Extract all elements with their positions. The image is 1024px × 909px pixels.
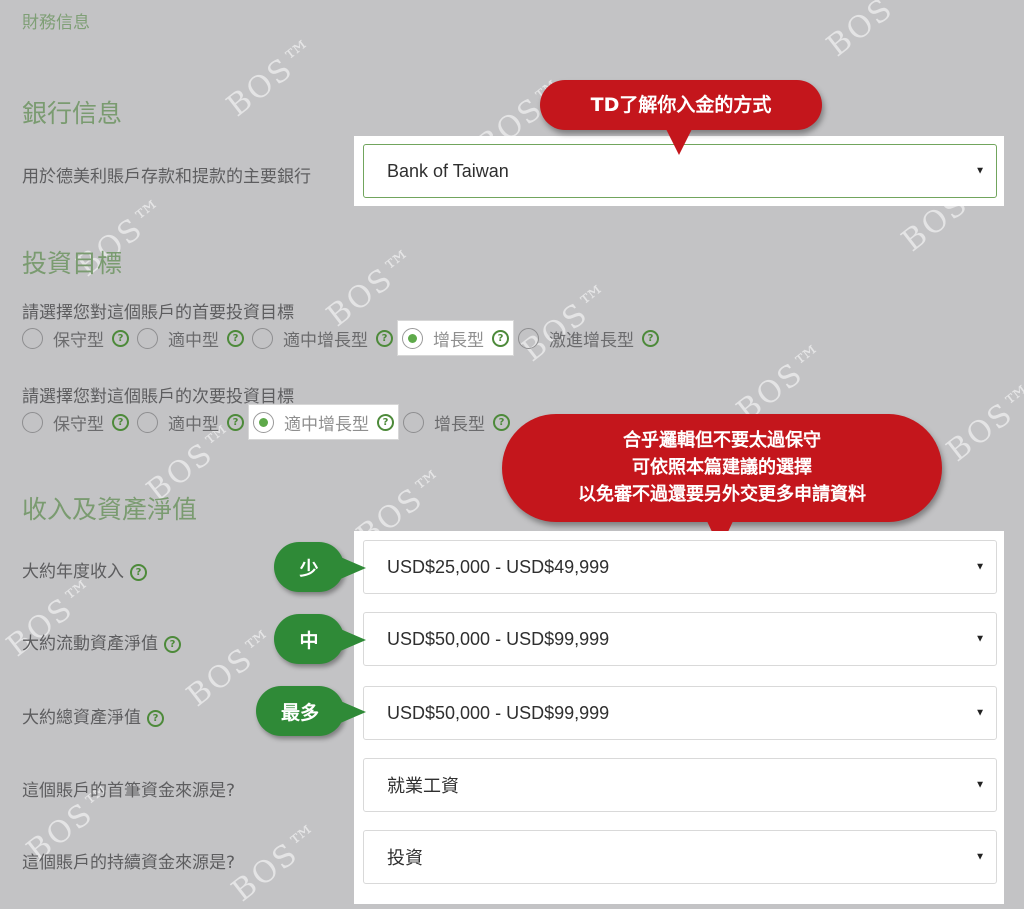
caret-down-icon: ▼ bbox=[975, 779, 985, 791]
help-circle-icon[interactable]: ? bbox=[492, 329, 509, 347]
help-circle-icon[interactable]: ? bbox=[130, 563, 147, 581]
primary-goal-option-aggressive-growth[interactable]: 激進增長型 ? bbox=[514, 321, 663, 355]
option-label: 保守型 bbox=[53, 414, 104, 435]
radio-unchecked-icon[interactable] bbox=[137, 327, 158, 349]
primary-goal-options: 保守型 ? 適中型 ? 適中增長型 ? 增長型 ? 激進增長型 ? bbox=[18, 320, 663, 356]
radio-unchecked-icon[interactable] bbox=[518, 327, 539, 349]
select-value: 就業工資 bbox=[387, 776, 459, 796]
caret-down-icon: ▼ bbox=[975, 165, 985, 177]
help-circle-icon[interactable]: ? bbox=[376, 329, 393, 347]
tag-text: 少 bbox=[299, 557, 319, 580]
select-value: 投資 bbox=[387, 848, 423, 868]
goal-callout-line: 可依照本篇建議的選擇 bbox=[632, 457, 812, 478]
option-label: 增長型 bbox=[434, 414, 485, 435]
annual-income-select[interactable]: USD$25,000 - USD$49,999 ▼ bbox=[363, 540, 997, 594]
field-label-text: 這個賬戶的持續資金來源是? bbox=[22, 853, 236, 873]
help-circle-icon[interactable]: ? bbox=[112, 413, 129, 431]
field-label-text: 大約流動資產淨值 bbox=[22, 634, 158, 654]
radio-unchecked-icon[interactable] bbox=[403, 411, 424, 433]
option-label: 適中增長型 bbox=[284, 414, 369, 435]
tag-low: 少 bbox=[274, 542, 344, 592]
caret-down-icon: ▼ bbox=[975, 707, 985, 719]
option-label: 激進增長型 bbox=[549, 330, 634, 351]
caret-down-icon: ▼ bbox=[975, 851, 985, 863]
annual-income-label: 大約年度收入? bbox=[22, 557, 147, 582]
watermark: BOS™ bbox=[225, 816, 331, 909]
secondary-goal-option-growth[interactable]: 增長型 ? bbox=[399, 405, 514, 439]
tag-pointer bbox=[338, 556, 366, 580]
radio-unchecked-icon[interactable] bbox=[22, 411, 43, 433]
initial-funding-source-select[interactable]: 就業工資 ▼ bbox=[363, 758, 997, 812]
radio-unchecked-icon[interactable] bbox=[137, 411, 158, 433]
radio-unchecked-icon[interactable] bbox=[252, 327, 273, 349]
tag-medium: 中 bbox=[274, 614, 344, 664]
secondary-goal-options: 保守型 ? 適中型 ? 適中增長型 ? 增長型 ? bbox=[18, 404, 514, 440]
caret-down-icon: ▼ bbox=[975, 561, 985, 573]
tag-text: 中 bbox=[299, 629, 319, 652]
total-net-worth-select[interactable]: USD$50,000 - USD$99,999 ▼ bbox=[363, 686, 997, 740]
goal-callout-line: 以免審不過還要另外交更多申請資料 bbox=[578, 484, 866, 505]
help-circle-icon[interactable]: ? bbox=[377, 413, 394, 431]
secondary-goal-option-moderate[interactable]: 適中型 ? bbox=[133, 405, 248, 439]
watermark: BOS™ bbox=[220, 31, 326, 124]
bank-field-label: 用於德美利賬戶存款和提款的主要銀行 bbox=[22, 167, 311, 187]
select-value: USD$25,000 - USD$49,999 bbox=[387, 556, 610, 577]
section-title-income: 收入及資產淨值 bbox=[22, 495, 198, 524]
help-circle-icon[interactable]: ? bbox=[164, 635, 181, 653]
option-label: 適中型 bbox=[168, 330, 219, 351]
secondary-goal-option-conservative[interactable]: 保守型 ? bbox=[18, 405, 133, 439]
radio-checked-icon[interactable] bbox=[253, 411, 274, 433]
goal-callout-line: 合乎邏輯但不要太過保守 bbox=[623, 430, 821, 451]
primary-goal-option-conservative[interactable]: 保守型 ? bbox=[18, 321, 133, 355]
help-circle-icon[interactable]: ? bbox=[642, 329, 659, 347]
field-label-text: 這個賬戶的首筆資金來源是? bbox=[22, 781, 236, 801]
field-label-text: 大約總資產淨值 bbox=[22, 708, 141, 728]
select-value: USD$50,000 - USD$99,999 bbox=[387, 628, 610, 649]
secondary-goal-option-moderate-growth[interactable]: 適中增長型 ? bbox=[248, 404, 399, 440]
bank-select-value: Bank of Taiwan bbox=[387, 160, 509, 181]
primary-goal-option-moderate-growth[interactable]: 適中增長型 ? bbox=[248, 321, 397, 355]
help-circle-icon[interactable]: ? bbox=[227, 413, 244, 431]
caret-down-icon: ▼ bbox=[975, 633, 985, 645]
option-label: 增長型 bbox=[433, 330, 484, 351]
option-label: 適中型 bbox=[168, 414, 219, 435]
select-value: USD$50,000 - USD$99,999 bbox=[387, 702, 610, 723]
liquid-net-worth-select[interactable]: USD$50,000 - USD$99,999 ▼ bbox=[363, 612, 997, 666]
radio-checked-icon[interactable] bbox=[402, 327, 423, 349]
section-title-bank: 銀行信息 bbox=[22, 99, 123, 128]
help-circle-icon[interactable]: ? bbox=[147, 709, 164, 727]
radio-unchecked-icon[interactable] bbox=[22, 327, 43, 349]
watermark: BOS™ bbox=[940, 376, 1024, 469]
liquid-net-worth-label: 大約流動資產淨值? bbox=[22, 629, 181, 654]
total-net-worth-label: 大約總資產淨值? bbox=[22, 703, 164, 728]
bank-callout-text: TD了解你入金的方式 bbox=[590, 94, 772, 116]
field-label-text: 大約年度收入 bbox=[22, 562, 124, 582]
primary-goal-option-moderate[interactable]: 適中型 ? bbox=[133, 321, 248, 355]
callout-pointer bbox=[665, 127, 693, 155]
goal-callout: 合乎邏輯但不要太過保守 可依照本篇建議的選擇 以免審不過還要另外交更多申請資料 bbox=[502, 414, 942, 522]
initial-funding-source-label: 這個賬戶的首筆資金來源是? bbox=[22, 776, 235, 801]
primary-goal-option-growth[interactable]: 增長型 ? bbox=[397, 320, 514, 356]
ongoing-funding-source-label: 這個賬戶的持續資金來源是? bbox=[22, 848, 235, 873]
bank-callout: TD了解你入金的方式 bbox=[540, 80, 822, 130]
help-circle-icon[interactable]: ? bbox=[112, 329, 129, 347]
tag-most: 最多 bbox=[256, 686, 344, 736]
primary-goal-label: 請選擇您對這個賬戶的首要投資目標 bbox=[22, 303, 294, 323]
option-label: 適中增長型 bbox=[283, 330, 368, 351]
tag-text: 最多 bbox=[280, 701, 319, 724]
ongoing-funding-source-select[interactable]: 投資 ▼ bbox=[363, 830, 997, 884]
section-title-goals: 投資目標 bbox=[22, 249, 123, 278]
tag-pointer bbox=[338, 628, 366, 652]
watermark: BOS™ bbox=[820, 0, 926, 64]
option-label: 保守型 bbox=[53, 330, 104, 351]
breadcrumb[interactable]: 財務信息 bbox=[22, 8, 90, 33]
tag-pointer bbox=[338, 700, 366, 724]
help-circle-icon[interactable]: ? bbox=[227, 329, 244, 347]
